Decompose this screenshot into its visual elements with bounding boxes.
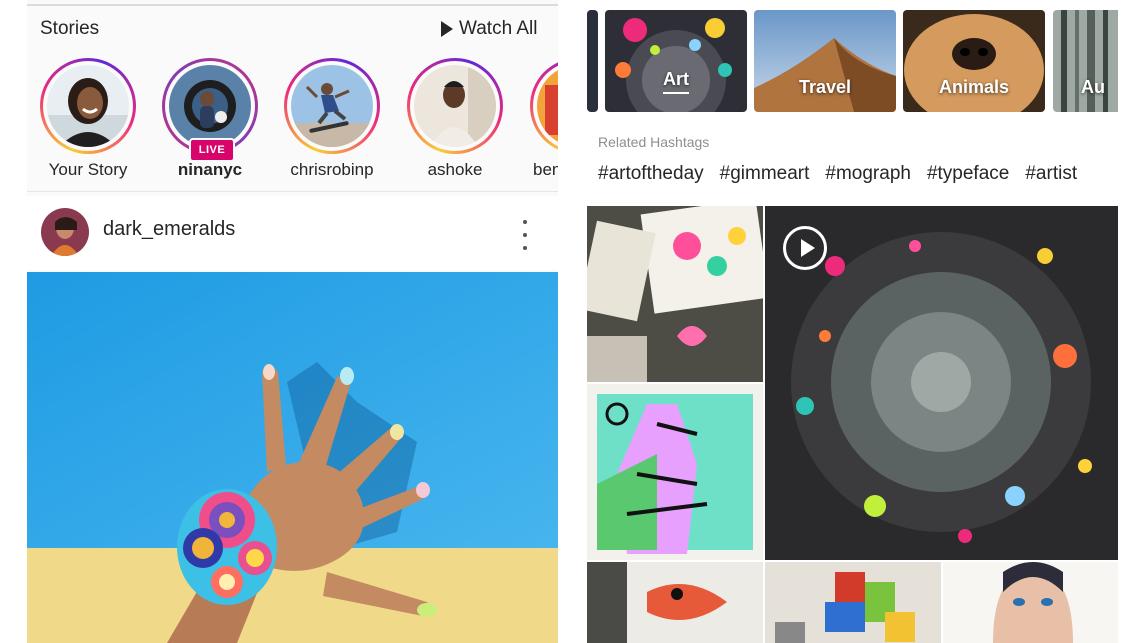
topic-tile-animals[interactable]: Animals xyxy=(903,10,1045,112)
topic-label: Art xyxy=(663,69,689,89)
hashtag-link[interactable]: #mograph xyxy=(825,163,911,185)
hashtag-link[interactable]: #artist xyxy=(1025,163,1077,185)
grid-thumbnail[interactable] xyxy=(587,384,763,560)
story-chrisrobinp[interactable]: chrisrobinp xyxy=(284,58,380,186)
play-circle-icon[interactable] xyxy=(783,226,827,270)
grid-thumbnail[interactable] xyxy=(587,562,763,643)
post-header: dark_emeralds xyxy=(27,196,558,270)
avatar xyxy=(291,65,373,147)
topic-tile-partial[interactable] xyxy=(587,10,598,112)
story-ben[interactable]: ben xyxy=(530,58,558,186)
story-label: chrisrobinp xyxy=(290,160,374,179)
post-username[interactable]: dark_emeralds xyxy=(103,218,235,241)
top-divider xyxy=(27,4,558,6)
selected-indicator xyxy=(663,92,689,94)
post-image[interactable] xyxy=(27,272,558,643)
topic-tile-partial-right[interactable]: Au xyxy=(1053,10,1118,112)
story-ashoke[interactable]: ashoke xyxy=(407,58,503,186)
topic-label: Animals xyxy=(938,77,1010,97)
avatar xyxy=(414,65,496,147)
story-label: ben xyxy=(533,160,558,179)
grid-thumbnail[interactable] xyxy=(943,562,1118,643)
grid-thumbnail[interactable] xyxy=(587,206,763,382)
hashtag-link[interactable]: #gimmeart xyxy=(720,163,810,185)
watch-all-label: Watch All xyxy=(459,18,538,39)
stories-title: Stories xyxy=(40,18,100,39)
hashtag-link[interactable]: #typeface xyxy=(927,163,1009,185)
topic-label: Au xyxy=(1081,77,1105,97)
grid-video-thumbnail[interactable] xyxy=(765,206,1118,560)
play-icon xyxy=(441,21,453,37)
related-hashtags-title: Related Hashtags xyxy=(598,134,710,150)
more-vertical-icon[interactable] xyxy=(517,220,533,250)
story-ninanyc[interactable]: LIVE ninanyc xyxy=(162,58,258,186)
stories-divider xyxy=(27,191,558,192)
hashtag-list: #artoftheday #gimmeart #mograph #typefac… xyxy=(598,163,1077,185)
topic-label: Travel xyxy=(798,77,852,97)
story-your-story[interactable]: Your Story xyxy=(40,58,136,186)
post-avatar[interactable] xyxy=(41,208,89,256)
avatar xyxy=(47,65,129,147)
hashtag-link[interactable]: #artoftheday xyxy=(598,163,704,185)
topic-tile-travel[interactable]: Travel xyxy=(754,10,896,112)
feed-panel: Stories Watch All Your Story LIVE ninany… xyxy=(27,0,558,643)
story-label: Your Story xyxy=(48,160,128,179)
story-label: ashoke xyxy=(427,160,483,179)
explore-panel: Art Travel Animals Au Related Hashtags #… xyxy=(587,0,1118,643)
story-label: ninanyc xyxy=(177,160,243,179)
grid-thumbnail[interactable] xyxy=(765,562,941,643)
avatar xyxy=(169,65,251,147)
live-badge: LIVE xyxy=(189,138,235,162)
watch-all-button[interactable]: Watch All xyxy=(441,18,538,40)
topic-tile-art[interactable]: Art xyxy=(605,10,747,112)
